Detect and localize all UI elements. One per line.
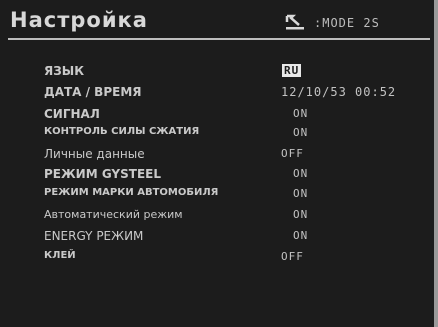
page-title: Настройка <box>10 8 148 32</box>
setting-value[interactable]: OFF <box>281 147 304 160</box>
setting-label: КОНТРОЛЬ СИЛЫ СЖАТИЯ <box>44 126 200 137</box>
header: Настройка :MODE 2S <box>0 0 434 34</box>
setting-value[interactable]: ON <box>293 107 308 120</box>
setting-row-signal[interactable]: СИГНАЛ ON <box>0 107 434 125</box>
setting-label: КЛЕЙ <box>44 250 76 261</box>
setting-value[interactable]: ON <box>293 126 308 139</box>
settings-screen: Настройка :MODE 2S ЯЗЫК RU ДАТА / ВРЕМЯ … <box>0 0 438 327</box>
setting-label: ДАТА / ВРЕМЯ <box>44 85 142 99</box>
setting-value-selected[interactable]: RU <box>282 64 302 77</box>
setting-row-personal-data[interactable]: Личные данные OFF <box>0 147 434 165</box>
setting-label: РЕЖИМ МАРКИ АВТОМОБИЛЯ <box>44 187 219 198</box>
setting-row-car-brand[interactable]: РЕЖИМ МАРКИ АВТОМОБИЛЯ ON <box>0 187 434 205</box>
setting-value[interactable]: ON <box>293 208 308 221</box>
setting-label: ЯЗЫК <box>44 64 85 78</box>
setting-label: РЕЖИМ GYSTEEL <box>44 167 161 181</box>
setting-row-glue[interactable]: КЛЕЙ OFF <box>0 250 434 268</box>
setting-label: Личные данные <box>44 147 145 161</box>
setting-row-datetime[interactable]: ДАТА / ВРЕМЯ 12/10/53 00:52 <box>0 85 434 103</box>
setting-label: Автоматический режим <box>44 208 183 221</box>
setting-row-force-control[interactable]: КОНТРОЛЬ СИЛЫ СЖАТИЯ ON <box>0 126 434 144</box>
setting-label: СИГНАЛ <box>44 107 100 121</box>
setting-row-gysteel[interactable]: РЕЖИМ GYSTEEL ON <box>0 167 434 185</box>
return-arrow-icon <box>285 14 304 30</box>
setting-value[interactable]: ON <box>293 167 308 180</box>
setting-label: ENERGY РЕЖИМ <box>44 229 144 243</box>
setting-row-energy[interactable]: ENERGY РЕЖИМ ON <box>0 229 434 247</box>
setting-row-language[interactable]: ЯЗЫК RU <box>0 64 434 82</box>
header-divider <box>8 38 430 40</box>
setting-value[interactable]: 12/10/53 00:52 <box>281 85 396 99</box>
mode-indicator: :MODE 2S <box>314 16 380 30</box>
setting-value[interactable]: ON <box>293 187 308 200</box>
setting-value[interactable]: OFF <box>281 250 304 263</box>
setting-row-auto-mode[interactable]: Автоматический режим ON <box>0 208 434 226</box>
setting-value[interactable]: ON <box>293 229 308 242</box>
